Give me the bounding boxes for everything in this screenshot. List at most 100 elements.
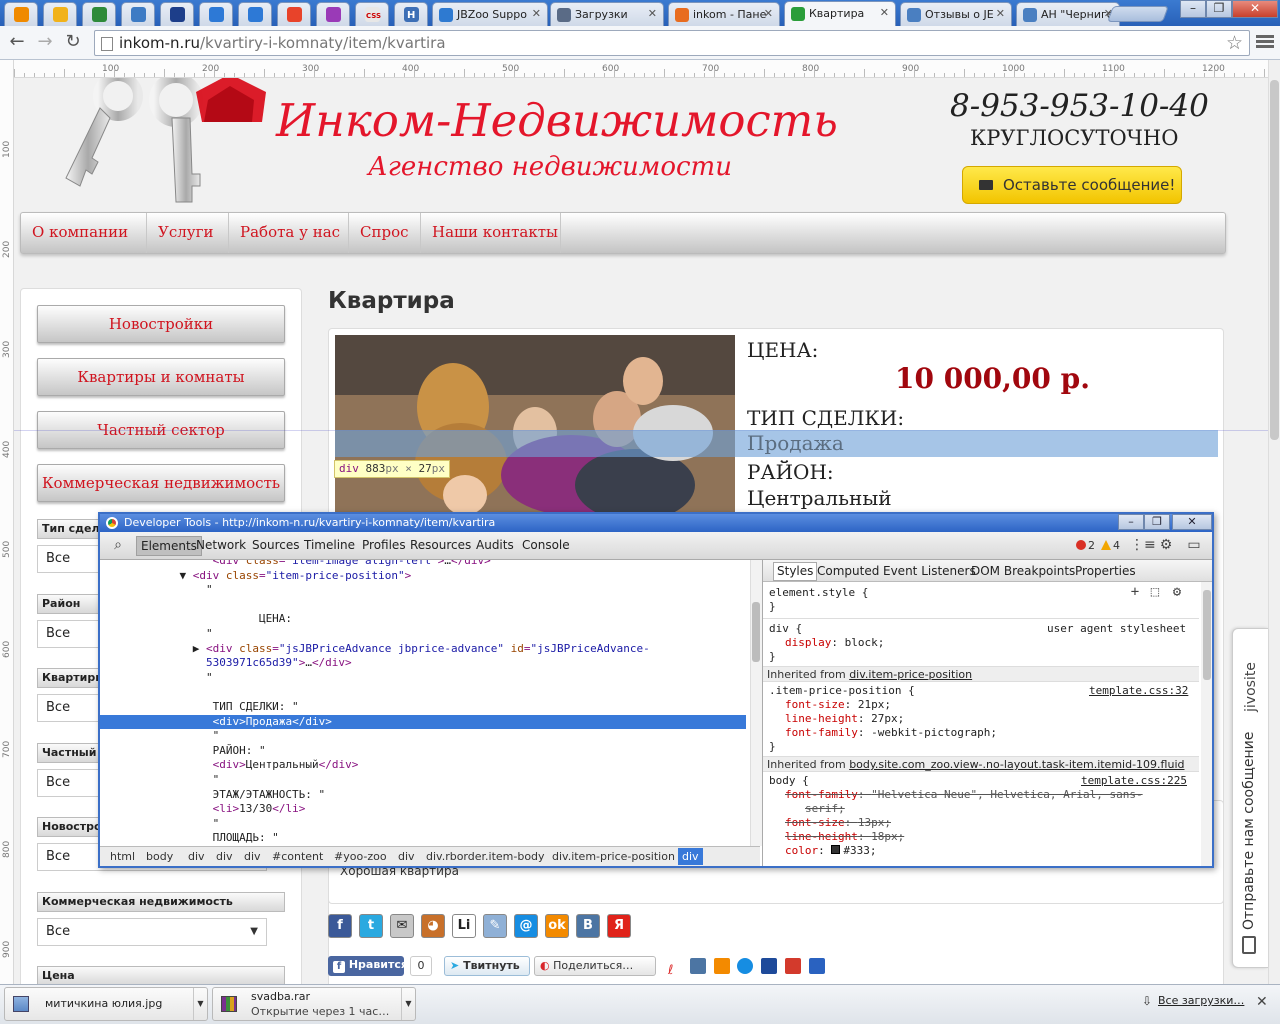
dom-node-line[interactable]	[100, 685, 746, 699]
odnoklassniki-share-icon[interactable]: ok	[545, 914, 569, 938]
breadcrumb-item[interactable]: div	[244, 850, 261, 863]
vk-mini-icon[interactable]	[689, 958, 706, 974]
dom-tree-scrollbar-thumb[interactable]	[752, 602, 760, 662]
new-tab-button[interactable]	[1107, 6, 1169, 22]
ua-declaration[interactable]: display: block;	[785, 636, 884, 650]
pencil-share-icon[interactable]: ✎	[483, 914, 507, 938]
browser-tab[interactable]: Отзывы о JE ✕	[900, 2, 1012, 26]
rule2-source[interactable]: template.css:225	[1081, 774, 1187, 788]
dom-node-line[interactable]: "	[100, 627, 746, 641]
devtools-tab-elements[interactable]: Elements	[136, 536, 202, 556]
css-declaration[interactable]: color: #333;	[785, 844, 877, 858]
color-swatch[interactable]	[831, 845, 841, 854]
yandex-share-icon[interactable]: Я	[607, 914, 631, 938]
styles-tab[interactable]: DOM Breakpoints	[971, 564, 1075, 578]
dom-tree[interactable]: <div class="item-image align-left">…</di…	[100, 560, 750, 846]
rule2-selector[interactable]: body {	[769, 774, 809, 788]
breadcrumb-item[interactable]: div.rborder.item-body	[426, 850, 545, 863]
devtools-tab-resources[interactable]: Resources	[410, 538, 471, 552]
css-declaration[interactable]: serif;	[805, 802, 845, 816]
element-state-icon[interactable]: ⬚	[1147, 584, 1163, 600]
browser-menu-icon[interactable]	[1256, 33, 1274, 51]
breadcrumb-item[interactable]: div	[188, 850, 205, 863]
devtools-tab-network[interactable]: Network	[196, 538, 246, 552]
facebook-like-button[interactable]: f Нравится	[328, 956, 408, 976]
styles-tab[interactable]: Computed	[817, 564, 879, 578]
breadcrumb-item[interactable]: #content	[272, 850, 323, 863]
vkontakte-share-icon[interactable]: B	[576, 914, 600, 938]
twitter-share-icon[interactable]: t	[359, 914, 383, 938]
tab-close-icon[interactable]: ✕	[648, 7, 657, 20]
close-downloads-icon[interactable]: ✕	[1256, 994, 1268, 1010]
dom-node-line[interactable]: "	[100, 773, 746, 787]
dom-node-line[interactable]: РАЙОН: "	[100, 744, 746, 758]
tab-close-icon[interactable]: ✕	[880, 6, 889, 19]
devtools-tab-audits[interactable]: Audits	[476, 538, 514, 552]
devtools-tab-sources[interactable]: Sources	[252, 538, 299, 552]
breadcrumb-item[interactable]: div	[678, 848, 703, 865]
chevron-down-icon[interactable]: ▼	[193, 988, 207, 1020]
lj-mini-icon[interactable]: ℓ	[668, 963, 682, 979]
dom-node-line[interactable]: "	[100, 671, 746, 685]
styles-tab[interactable]: Styles	[773, 562, 818, 581]
settings-gear-icon[interactable]: ⚙	[1158, 537, 1174, 553]
devtools-close-button[interactable]: ✕	[1172, 514, 1212, 530]
page-scrollbar-thumb[interactable]	[1270, 80, 1279, 440]
breadcrumb-item[interactable]: div.item-price-position	[552, 850, 675, 863]
pinned-tab[interactable]: H	[394, 2, 428, 26]
dom-node-line[interactable]: <li>13/30</li>	[100, 802, 746, 816]
dom-node-line[interactable]: <div>Центральный</div>	[100, 758, 746, 772]
styles-scrollbar-thumb[interactable]	[1203, 590, 1211, 680]
css-declaration[interactable]: font-family: -webkit-pictograph;	[785, 726, 997, 740]
sidebar-category-button[interactable]: Квартиры и комнаты	[37, 358, 285, 396]
dom-node-line[interactable]	[100, 598, 746, 612]
styles-gear-icon[interactable]: ⚙	[1169, 584, 1185, 600]
leave-message-button[interactable]: Оставьте сообщение!	[962, 166, 1182, 204]
add-rule-icon[interactable]: +	[1127, 584, 1143, 600]
mailru-mini-icon[interactable]	[737, 958, 754, 974]
sidebar-category-button[interactable]: Коммерческая недвижимость	[37, 464, 285, 502]
w-mini-icon[interactable]	[808, 958, 825, 974]
breadcrumb-item[interactable]: div	[398, 850, 415, 863]
pinned-tab[interactable]	[316, 2, 350, 26]
css-declaration[interactable]: font-size: 21px;	[785, 698, 891, 712]
devtools-tab-console[interactable]: Console	[522, 538, 570, 552]
pinned-tab[interactable]	[238, 2, 272, 26]
breadcrumb-item[interactable]: html	[110, 850, 135, 863]
share-button[interactable]: ◐ Поделиться…	[534, 956, 656, 976]
inherited-link[interactable]: body.site.com_zoo.view-.no-layout.task-i…	[849, 758, 1184, 771]
pinned-tab[interactable]	[43, 2, 77, 26]
dom-node-line[interactable]: <div>Продажа</div>	[100, 714, 746, 729]
rule1-selector[interactable]: .item-price-position {	[769, 684, 915, 698]
inherited-link[interactable]: div.item-price-position	[849, 668, 972, 681]
maximize-button[interactable]: ❐	[1206, 0, 1232, 18]
pinned-tab[interactable]	[121, 2, 155, 26]
rule1-source[interactable]: template.css:32	[1089, 684, 1188, 698]
tweet-button[interactable]: ➤ Твитнуть	[444, 956, 530, 976]
download-item[interactable]: svadba.rar Открытие через 1 час… ▼	[212, 987, 416, 1021]
breadcrumb-item[interactable]: #yoo-zoo	[334, 850, 387, 863]
pinned-tab[interactable]	[199, 2, 233, 26]
pinned-tab[interactable]	[277, 2, 311, 26]
css-declaration[interactable]: font-size: 13px;	[785, 816, 891, 830]
tab-close-icon[interactable]: ✕	[996, 7, 1005, 20]
filter-select[interactable]: Все ▼	[37, 917, 267, 946]
css-declaration[interactable]: line-height: 27px;	[785, 712, 904, 726]
console-counts[interactable]: 24	[1076, 539, 1120, 552]
ua-selector[interactable]: div {	[769, 622, 802, 636]
browser-tab[interactable]: JBZoo Suppo ✕	[432, 2, 548, 26]
nav-item[interactable]: Наши контакты	[421, 213, 561, 253]
jivosite-label[interactable]: Отправьте нам сообщение	[1241, 732, 1257, 930]
sidebar-category-button[interactable]: Новостройки	[37, 305, 285, 343]
email-share-icon[interactable]: ✉	[390, 914, 414, 938]
close-window-button[interactable]: ✕	[1232, 0, 1278, 18]
ok-mini-icon[interactable]	[713, 958, 730, 974]
dom-node-line[interactable]: 5303971c65d39">…</div>	[100, 656, 746, 670]
dom-node-line[interactable]: "	[100, 729, 746, 743]
download-item[interactable]: митичкина юлия.jpg ▼	[4, 987, 208, 1021]
dom-node-line[interactable]: ПЛОЩАДЬ: "	[100, 831, 746, 845]
dom-node-line[interactable]: ▼ <div class="item-price-position">	[100, 569, 746, 583]
people-mini-icon[interactable]	[761, 958, 778, 974]
css-declaration[interactable]: font-family: "Helvetica Neue", Helvetica…	[785, 788, 1143, 802]
dom-node-line[interactable]: ЭТАЖ/ЭТАЖНОСТЬ: "	[100, 788, 746, 802]
